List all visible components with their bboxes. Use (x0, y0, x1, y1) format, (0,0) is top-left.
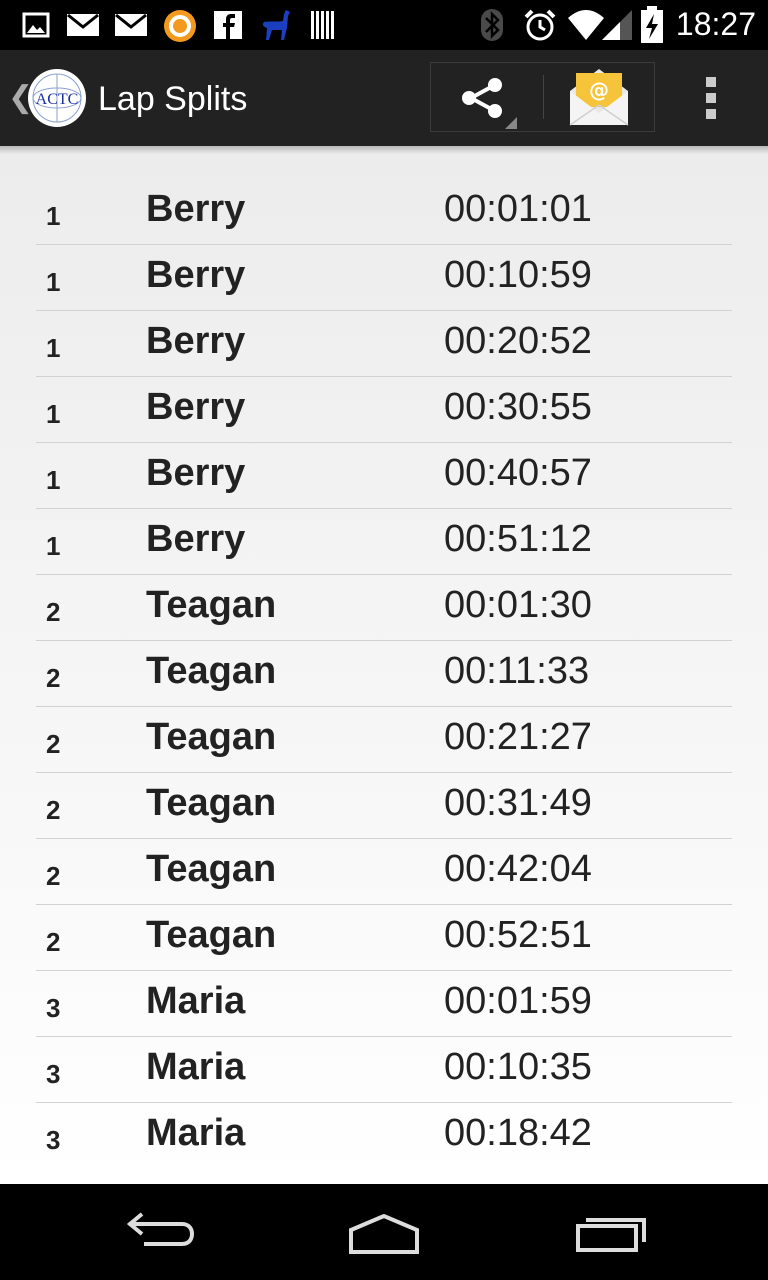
split-time: 00:01:59 (444, 980, 592, 1022)
app-logo[interactable]: ACTC (28, 69, 86, 127)
overflow-menu-icon (706, 77, 716, 119)
back-icon (126, 1212, 195, 1246)
runner-name: Teagan (146, 848, 277, 890)
split-row[interactable]: 1 Berry 00:30:55 (36, 377, 732, 443)
audible-icon (164, 10, 196, 42)
split-time: 00:52:51 (444, 914, 592, 956)
split-row[interactable]: 1 Berry 00:40:57 (36, 443, 732, 509)
split-row[interactable]: 2 Teagan 00:01:30 (36, 575, 732, 641)
lap-number: 1 (46, 201, 61, 231)
llama-icon (263, 10, 290, 40)
split-time: 00:11:33 (444, 650, 590, 692)
runner-name: Maria (146, 980, 246, 1022)
runner-name: Teagan (146, 782, 277, 824)
clock: 18:27 (675, 6, 756, 42)
split-row[interactable]: 2 Teagan 00:42:04 (36, 839, 732, 905)
runner-name: Berry (146, 188, 246, 230)
lap-number: 2 (46, 597, 61, 627)
split-row[interactable]: 2 Teagan 00:21:27 (36, 707, 732, 773)
runner-name: Berry (146, 254, 246, 296)
signal-icon (602, 10, 632, 40)
split-time: 00:40:57 (444, 452, 592, 494)
runner-name: Teagan (146, 914, 277, 956)
split-time: 00:01:30 (444, 584, 592, 626)
split-row[interactable]: 3 Maria 00:18:42 (36, 1103, 732, 1168)
split-time: 00:10:59 (444, 254, 592, 296)
split-time: 00:42:04 (444, 848, 592, 890)
lap-number: 3 (46, 993, 61, 1023)
split-time: 00:51:12 (444, 518, 592, 560)
split-time: 00:18:42 (444, 1112, 592, 1154)
bluetooth-icon (481, 9, 503, 41)
split-row[interactable]: 1 Berry 00:01:01 (36, 179, 732, 245)
runner-name: Berry (146, 452, 246, 494)
home-button[interactable] (329, 1206, 439, 1258)
navigation-bar (0, 1184, 768, 1280)
split-time: 00:20:52 (444, 320, 592, 362)
lap-number: 3 (46, 1059, 61, 1089)
share-button[interactable] (431, 63, 543, 131)
facebook-icon (214, 11, 242, 39)
split-row[interactable]: 3 Maria 00:01:59 (36, 971, 732, 1037)
split-time: 00:01:01 (444, 188, 592, 230)
lap-number: 1 (46, 267, 61, 297)
email-icon: @ (569, 69, 629, 126)
split-row[interactable]: 2 Teagan 00:11:33 (36, 641, 732, 707)
split-row[interactable]: 3 Maria 00:10:35 (36, 1037, 732, 1103)
split-row[interactable]: 1 Berry 00:20:52 (36, 311, 732, 377)
lap-number: 2 (46, 927, 61, 957)
lap-number: 2 (46, 663, 61, 693)
lap-number: 2 (46, 861, 61, 891)
lap-number: 1 (46, 531, 61, 561)
back-button[interactable] (104, 1206, 214, 1258)
overflow-menu-button[interactable] (690, 75, 734, 121)
lap-number: 3 (46, 1125, 61, 1155)
lap-number: 1 (46, 399, 61, 429)
runner-name: Teagan (146, 716, 277, 758)
status-bar: 18:27 (0, 0, 768, 50)
runner-name: Berry (146, 386, 246, 428)
recents-icon (576, 1218, 646, 1252)
split-time: 00:30:55 (444, 386, 592, 428)
home-icon (349, 1213, 419, 1254)
split-row[interactable]: 1 Berry 00:10:59 (36, 245, 732, 311)
gmail-icon (67, 13, 99, 36)
svg-text:@: @ (589, 78, 609, 102)
barcode-icon (311, 11, 334, 39)
share-icon (462, 78, 517, 129)
splits-list-area[interactable]: 1 Berry 00:01:01 1 Berry 00:10:59 1 Berr… (0, 146, 768, 1184)
split-time: 00:10:35 (444, 1046, 592, 1088)
splits-list: 1 Berry 00:01:01 1 Berry 00:10:59 1 Berr… (36, 179, 732, 1168)
logo-text: ACTC (36, 91, 79, 108)
email-button[interactable]: @ (544, 63, 654, 131)
lap-number: 1 (46, 465, 61, 495)
recents-button[interactable] (556, 1206, 666, 1258)
lap-number: 2 (46, 729, 61, 759)
runner-name: Maria (146, 1046, 246, 1088)
split-time: 00:21:27 (444, 716, 592, 758)
split-row[interactable]: 2 Teagan 00:31:49 (36, 773, 732, 839)
runner-name: Berry (146, 320, 246, 362)
action-bar: ❮ ACTC Lap Splits @ (0, 50, 768, 146)
split-row[interactable]: 2 Teagan 00:52:51 (36, 905, 732, 971)
gmail-icon (115, 13, 147, 36)
runner-name: Teagan (146, 650, 277, 692)
action-bar-shadow (0, 146, 768, 154)
runner-name: Maria (146, 1112, 246, 1154)
picture-icon (22, 12, 50, 38)
split-row[interactable]: 1 Berry 00:51:12 (36, 509, 732, 575)
lap-number: 1 (46, 333, 61, 363)
runner-name: Berry (146, 518, 246, 560)
action-group: @ (430, 62, 655, 132)
page-title: Lap Splits (98, 80, 248, 118)
battery-icon (641, 6, 663, 43)
lap-number: 2 (46, 795, 61, 825)
split-time: 00:31:49 (444, 782, 592, 824)
alarm-icon (524, 9, 556, 41)
runner-name: Teagan (146, 584, 277, 626)
